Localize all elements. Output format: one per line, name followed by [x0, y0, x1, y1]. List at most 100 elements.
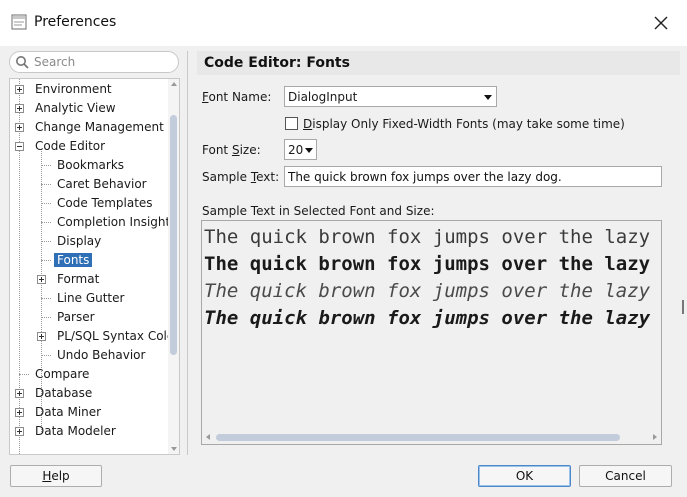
page-header: Code Editor: Fonts	[197, 51, 680, 75]
preview-scroll-thumb[interactable]	[216, 434, 620, 441]
tree-item-label: Data Miner	[35, 405, 102, 419]
navigation-panel: Environment Analytic View Change Managemen…	[9, 51, 180, 455]
expand-icon[interactable]	[15, 427, 24, 436]
preview-plain-line: The quick brown fox jumps over the lazy …	[204, 226, 662, 248]
tree-item[interactable]: Data Modeler	[10, 422, 168, 441]
font-preview-area: The quick brown fox jumps over the lazy …	[201, 220, 662, 445]
tree-item-label: PL/SQL Syntax Colc	[57, 329, 168, 343]
tree-item-label: Database	[35, 386, 93, 400]
split-divider[interactable]	[187, 51, 188, 455]
chevron-down-icon	[305, 148, 313, 153]
scroll-up-icon[interactable]	[171, 82, 177, 86]
scroll-right-icon[interactable]	[653, 434, 657, 440]
preview-bold-italic-line: The quick brown fox jumps over the lazy …	[204, 307, 662, 329]
tree-item[interactable]: Fonts	[10, 251, 168, 270]
tree-item-label: Caret Behavior	[57, 177, 147, 191]
expand-icon[interactable]	[37, 275, 46, 284]
tree-item-label: Format	[57, 272, 100, 286]
tree-item[interactable]: Bookmarks	[10, 156, 168, 175]
tree-connector	[41, 165, 51, 166]
font-name-value: DialogInput	[288, 90, 358, 104]
font-size-dropdown[interactable]: 20	[284, 139, 317, 160]
tree-item-label: Code Templates	[57, 196, 153, 210]
help-label-rest: elp	[51, 469, 70, 483]
tree-connector	[41, 222, 51, 223]
font-size-value: 20	[288, 143, 304, 157]
font-size-label-rest: ize:	[239, 143, 261, 157]
tree-connector	[41, 298, 51, 299]
tree-item[interactable]: Parser	[10, 308, 168, 327]
scroll-left-icon[interactable]	[206, 434, 210, 440]
tree-item[interactable]: Change Management F	[10, 118, 168, 137]
page-title: Code Editor: Fonts	[204, 55, 350, 71]
tree-list: Environment Analytic View Change Managemen…	[10, 79, 168, 454]
expand-icon[interactable]	[15, 104, 24, 113]
resize-grip-icon[interactable]	[682, 300, 684, 314]
tree-item[interactable]: Caret Behavior	[10, 175, 168, 194]
tree-item[interactable]: Undo Behavior	[10, 346, 168, 365]
close-icon[interactable]	[645, 7, 677, 39]
tree-item[interactable]: Completion Insight	[10, 213, 168, 232]
tree-connector	[41, 317, 51, 318]
tree-item-label: Bookmarks	[57, 158, 125, 172]
expand-icon[interactable]	[37, 332, 46, 341]
tree-item[interactable]: Format	[10, 270, 168, 289]
sample-text-field[interactable]	[284, 166, 662, 187]
font-size-mnemonic: S	[231, 143, 240, 157]
expand-icon[interactable]	[15, 85, 24, 94]
tree-item-label: Environment	[35, 82, 112, 96]
ok-button[interactable]: OK	[478, 465, 571, 487]
tree-item-label: Undo Behavior	[57, 348, 146, 362]
tree-item-label: Change Management F	[35, 120, 168, 134]
cancel-button[interactable]: Cancel	[579, 465, 672, 487]
tree-connector	[41, 355, 51, 356]
tree-item[interactable]: Line Gutter	[10, 289, 168, 308]
fixed-width-label[interactable]: Display Only Fixed-Width Fonts (may take…	[303, 117, 625, 131]
tree-item[interactable]: Code Templates	[10, 194, 168, 213]
help-mnemonic: H	[42, 469, 52, 483]
tree-item[interactable]: PL/SQL Syntax Colc	[10, 327, 168, 346]
tree-item-label: Line Gutter	[57, 291, 125, 305]
expand-icon[interactable]	[15, 389, 24, 398]
tree-item-label: Code Editor	[35, 139, 106, 153]
chevron-down-icon	[484, 95, 492, 100]
font-name-dropdown[interactable]: DialogInput	[284, 86, 497, 107]
sample-text-input[interactable]	[288, 169, 658, 185]
help-button[interactable]: Help	[10, 465, 102, 487]
tree-item[interactable]: Code Editor	[10, 137, 168, 156]
tree-item[interactable]: Analytic View	[10, 99, 168, 118]
tree-item-label: Display	[57, 234, 102, 248]
tree-item[interactable]: Compare	[10, 365, 168, 384]
window-title: Preferences	[34, 14, 117, 30]
font-name-label: Font Name:	[202, 90, 271, 104]
collapse-icon[interactable]	[15, 142, 24, 151]
tree-connector	[19, 374, 29, 375]
tree-item[interactable]: Data Miner	[10, 403, 168, 422]
tree-scroll-thumb[interactable]	[170, 115, 177, 355]
tree-item[interactable]: Environment	[10, 80, 168, 99]
fixed-width-checkbox[interactable]	[285, 117, 298, 130]
tree-connector	[41, 260, 51, 261]
tree-connector	[41, 241, 51, 242]
title-bar: Preferences	[0, 0, 687, 46]
tree-vertical-scrollbar[interactable]	[168, 79, 179, 454]
search-box[interactable]	[9, 51, 179, 73]
tree-item-label: Parser	[57, 310, 95, 324]
tree-item-label: Analytic View	[35, 101, 116, 115]
font-name-label-text: ont Name:	[208, 90, 272, 104]
tree-item[interactable]: Display	[10, 232, 168, 251]
preview-bold-line: The quick brown fox jumps over the lazy …	[204, 253, 662, 275]
fixed-width-mnemonic: D	[303, 117, 313, 131]
expand-icon[interactable]	[15, 408, 24, 417]
tree-connector	[41, 184, 51, 185]
sample-text-label-rest: ext:	[256, 170, 280, 184]
sample-text-label: Sample Text:	[202, 170, 279, 184]
search-icon	[16, 56, 29, 69]
tree-item[interactable]: Database	[10, 384, 168, 403]
fixed-width-label-text: isplay Only Fixed-Width Fonts (may take …	[312, 117, 625, 131]
preview-italic-line: The quick brown fox jumps over the lazy …	[204, 280, 662, 302]
search-input[interactable]	[34, 54, 174, 70]
preview-horizontal-scrollbar[interactable]	[202, 431, 661, 444]
expand-icon[interactable]	[15, 123, 24, 132]
scroll-down-icon[interactable]	[171, 447, 177, 451]
